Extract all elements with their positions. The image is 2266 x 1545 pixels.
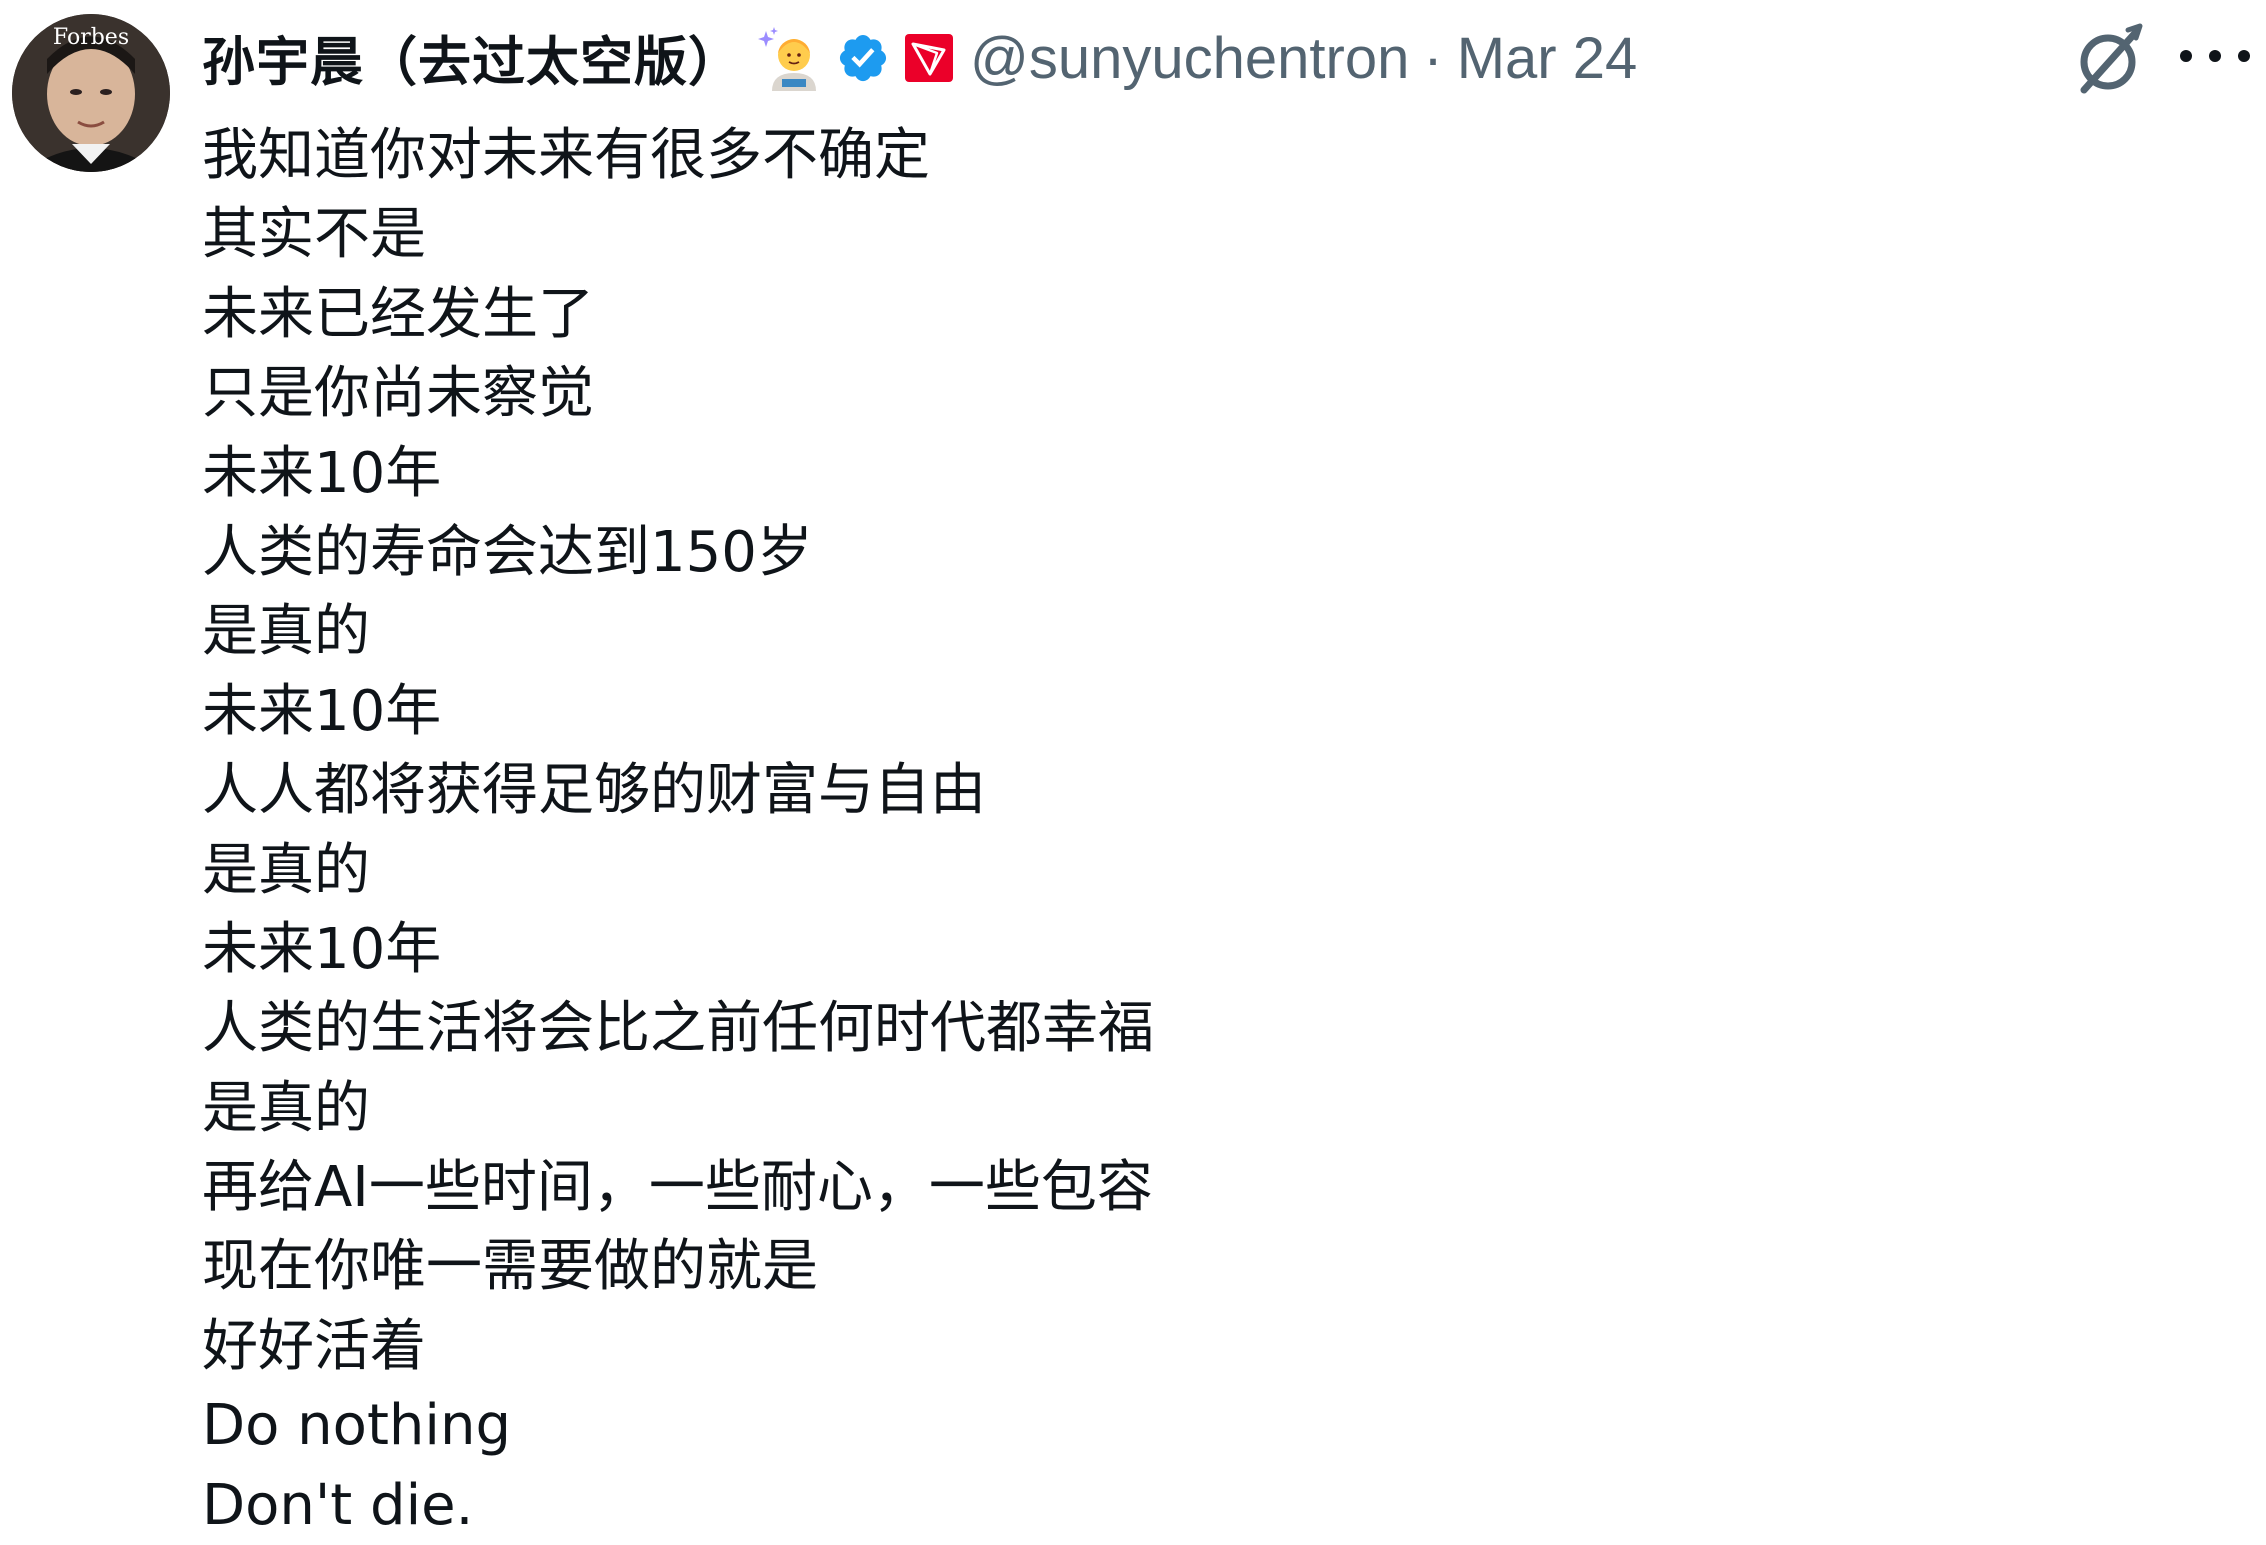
- grok-icon[interactable]: [2070, 20, 2150, 100]
- tweet-header: 孙宇晨（去过太空版） @sunyuchentron · Mar 24: [202, 10, 1637, 106]
- tweet-text-line: 未来10年: [202, 440, 442, 506]
- display-name[interactable]: 孙宇晨（去过太空版）: [202, 20, 742, 96]
- tweet-text-line: 未来10年: [202, 678, 442, 744]
- tweet-text-line: 好好活着: [202, 1313, 426, 1379]
- tweet-text-line: 我知道你对未来有很多不确定: [202, 123, 930, 188]
- tweet-text-line: 其实不是: [202, 202, 426, 268]
- tweet-text-line: 现在你唯一需要做的就是: [202, 1234, 818, 1300]
- tweet-text-line: 是真的: [202, 837, 370, 903]
- tweet-text-line: 只是你尚未察觉: [202, 361, 594, 427]
- tweet-text-line: 未来10年: [202, 916, 442, 982]
- post-date[interactable]: Mar 24: [1457, 25, 1638, 92]
- tweet-text-line: 人类的寿命会达到150岁: [202, 519, 813, 585]
- user-handle[interactable]: @sunyuchentron: [970, 25, 1409, 92]
- tweet-text-line: 是真的: [202, 599, 370, 665]
- tweet-text-line: 未来已经发生了: [202, 281, 594, 347]
- more-dot: [2209, 50, 2221, 62]
- tweet-text-line: 再给AI一些时间，一些耐心，一些包容: [202, 1155, 1153, 1221]
- more-options-icon[interactable]: [2180, 26, 2250, 86]
- verified-badge-icon[interactable]: [836, 31, 890, 85]
- tweet-text: 我知道你对未来有很多不确定 其实不是 未来已经发生了 只是你尚未察觉 未来10年…: [202, 116, 1154, 1545]
- more-dot: [2180, 50, 2192, 62]
- tron-logo-icon[interactable]: [904, 33, 954, 83]
- tweet-text-line: Don't die.: [202, 1472, 474, 1538]
- tweet-text-line: 人类的生活将会比之前任何时代都幸福: [202, 996, 1154, 1062]
- astronaut-emoji-icon: [756, 25, 822, 91]
- tweet: Forbes 孙宇晨（去过太空版） @sunyuchentron · Mar 2…: [0, 0, 2266, 1538]
- tweet-text-line: 是真的: [202, 1075, 370, 1141]
- avatar-forbes-text: Forbes: [53, 25, 129, 50]
- meta-separator: ·: [1423, 25, 1443, 91]
- tweet-text-line: 人人都将获得足够的财富与自由: [202, 758, 986, 824]
- tweet-text-line: Do nothing: [202, 1393, 511, 1459]
- avatar-image: Forbes: [12, 14, 170, 172]
- avatar[interactable]: Forbes: [12, 14, 170, 172]
- more-dot: [2238, 50, 2250, 62]
